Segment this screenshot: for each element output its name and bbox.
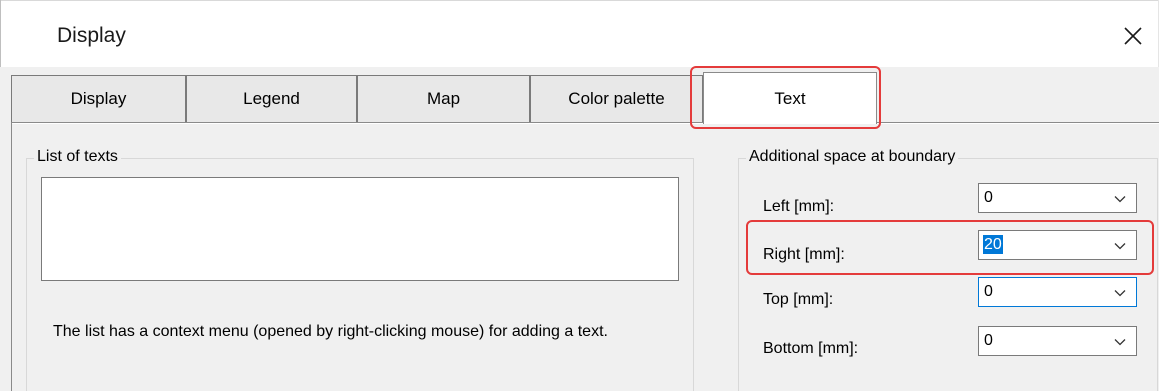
dialog-title: Display	[57, 24, 126, 47]
tab-label: Display	[70, 89, 127, 108]
boundary-group-title: Additional space at boundary	[746, 148, 959, 166]
tab-color-palette[interactable]: Color palette	[530, 75, 703, 122]
top-value: 0	[984, 283, 993, 300]
texts-group-title: List of texts	[34, 148, 121, 166]
tab-label: Map	[426, 89, 461, 108]
chevron-down-icon[interactable]	[1113, 286, 1127, 300]
bottom-label: Bottom [mm]:	[763, 340, 859, 357]
texts-description: The list has a context menu (opened by r…	[53, 323, 608, 340]
tab-label: Legend	[243, 89, 300, 108]
tab-text-highlight	[690, 66, 881, 129]
bottom-combobox[interactable]: 0	[978, 326, 1137, 356]
display-dialog: Display Display Legend Map Color palette…	[0, 0, 1159, 391]
chevron-down-icon[interactable]	[1113, 192, 1127, 206]
top-label: Top [mm]:	[763, 291, 834, 308]
texts-listbox[interactable]	[41, 177, 679, 281]
left-label: Left [mm]:	[763, 198, 835, 215]
tab-legend[interactable]: Legend	[186, 75, 357, 122]
close-icon[interactable]	[1115, 18, 1151, 54]
left-combobox[interactable]: 0	[978, 183, 1137, 213]
left-value: 0	[984, 189, 993, 206]
right-field-highlight	[746, 220, 1154, 275]
tab-label: Color palette	[568, 89, 665, 108]
chevron-down-icon[interactable]	[1113, 335, 1127, 349]
tab-map[interactable]: Map	[357, 75, 530, 122]
bottom-value: 0	[984, 332, 993, 349]
top-combobox[interactable]: 0	[978, 277, 1137, 307]
tab-display[interactable]: Display	[11, 75, 186, 122]
